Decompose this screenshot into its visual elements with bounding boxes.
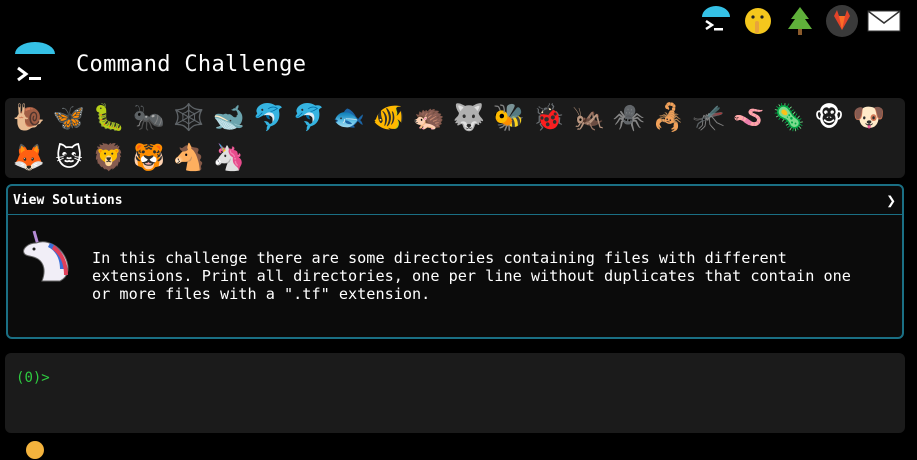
logo-icon[interactable] — [13, 42, 57, 86]
level-2-2-icon[interactable]: 🦁 — [89, 138, 129, 178]
level-1-0-icon[interactable]: 🐌 — [9, 98, 49, 138]
footer-emoji-icon — [26, 441, 44, 459]
level-1-13-icon[interactable]: 🐞 — [529, 98, 569, 138]
top-nav — [697, 0, 917, 40]
unicorn-icon — [23, 230, 69, 282]
level-1-7-icon[interactable]: 🐬 — [289, 98, 329, 138]
level-1-11-icon[interactable]: 🐺 — [449, 98, 489, 138]
prompt: (0)> — [16, 370, 50, 386]
terminal-umbrella-icon[interactable] — [697, 2, 735, 40]
level-2-0-icon[interactable]: 🦊 — [9, 138, 49, 178]
level-1-20-icon[interactable]: 🐵 — [809, 98, 849, 138]
level-1-4-icon[interactable]: 🕸️ — [169, 98, 209, 138]
level-1-3-icon[interactable]: 🐜 — [129, 98, 169, 138]
level-1-2-icon[interactable]: 🐛 — [89, 98, 129, 138]
level-1-5-icon[interactable]: 🐋 — [209, 98, 249, 138]
tree-icon[interactable] — [781, 2, 819, 40]
level-1-16-icon[interactable]: 🦂 — [649, 98, 689, 138]
level-2-4-icon[interactable]: 🐴 — [169, 138, 209, 178]
level-2-3-icon[interactable]: 🐯 — [129, 138, 169, 178]
header: Command Challenge — [13, 42, 306, 86]
level-row-2: 🦊 🐱 🦁 🐯 🐴 🦄 — [9, 138, 901, 178]
shushing-face-icon[interactable] — [739, 2, 777, 40]
challenge-description: In this challenge there are some directo… — [92, 249, 851, 303]
level-row-1: 🐌 🦋 🐛 🐜 🕸️ 🐋 🐬 🐬 🐟 🐠 🦔 🐺 🐝 🐞 🦗 🕷️ 🦂 🦟 🪱 🦠 🐵 🐶 — [9, 98, 901, 138]
terminal-input[interactable]: (0)> — [5, 353, 905, 433]
gitlab-icon[interactable] — [823, 2, 861, 40]
level-1-17-icon[interactable]: 🦟 — [689, 98, 729, 138]
level-1-10-icon[interactable]: 🦔 — [409, 98, 449, 138]
mail-icon[interactable] — [865, 2, 903, 40]
view-solutions-label: View Solutions — [13, 192, 123, 208]
level-1-19-icon[interactable]: 🦠 — [769, 98, 809, 138]
chevron-right-icon: ❯ — [886, 190, 896, 210]
level-1-21-icon[interactable]: 🐶 — [849, 98, 889, 138]
level-2-5-icon[interactable]: 🦄 — [209, 138, 249, 178]
level-1-15-icon[interactable]: 🕷️ — [609, 98, 649, 138]
page-title: Command Challenge — [76, 51, 307, 77]
level-2-1-icon[interactable]: 🐱 — [49, 138, 89, 178]
level-1-12-icon[interactable]: 🐝 — [489, 98, 529, 138]
level-selector: 🐌 🦋 🐛 🐜 🕸️ 🐋 🐬 🐬 🐟 🐠 🦔 🐺 🐝 🐞 🦗 🕷️ 🦂 🦟 🪱 🦠 🐵 🐶 🦊 🐱 🦁 🐯 🐴 🦄 — [5, 98, 905, 178]
level-1-1-icon[interactable]: 🦋 — [49, 98, 89, 138]
challenge-panel: View Solutions ❯ In this challenge there… — [6, 184, 904, 339]
view-solutions-toggle[interactable]: View Solutions ❯ — [8, 186, 902, 215]
level-1-6-icon[interactable]: 🐬 — [249, 98, 289, 138]
level-1-9-icon[interactable]: 🐠 — [369, 98, 409, 138]
level-1-14-icon[interactable]: 🦗 — [569, 98, 609, 138]
level-1-8-icon[interactable]: 🐟 — [329, 98, 369, 138]
level-1-18-icon[interactable]: 🪱 — [729, 98, 769, 138]
